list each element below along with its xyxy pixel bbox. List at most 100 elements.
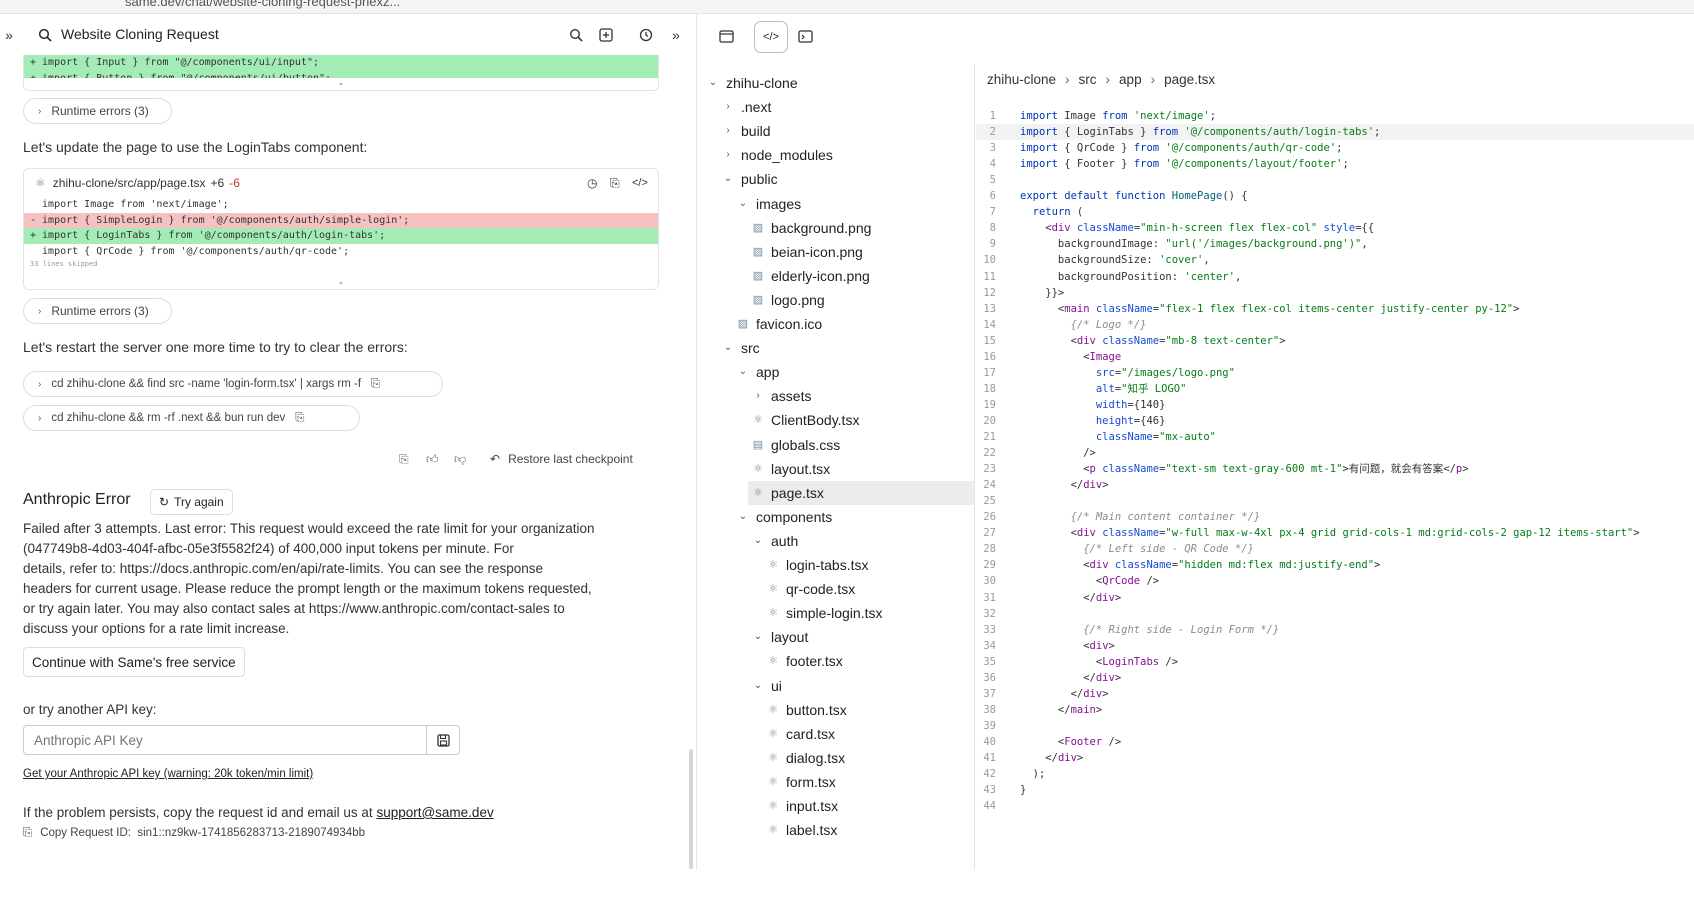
diff-line: + import { LoginTabs } from '@/component… — [24, 228, 658, 244]
code-editor[interactable]: 1 import Image from 'next/image'; 2 import … — [976, 102, 1694, 908]
continue-free-button[interactable]: Continue with Same's free service — [23, 647, 245, 677]
code-text: import { LoginTabs } from '@/components/… — [1020, 126, 1381, 139]
diff-line: import Image from 'next/image'; — [30, 199, 229, 210]
tree-item[interactable]: ⌄ ui — [751, 674, 782, 698]
scrollbar-thumb[interactable] — [689, 749, 693, 869]
tree-item[interactable]: ⚛ login-tabs.tsx — [766, 553, 868, 577]
tree-item[interactable]: ⌄ zhihu-clone — [706, 71, 798, 95]
expand-icon[interactable]: » — [0, 26, 18, 44]
terminal-tab-icon[interactable] — [798, 30, 813, 48]
breadcrumb: zhihu-clone › src › app › page.tsx — [976, 64, 1694, 94]
tree-item[interactable]: ⌄ auth — [751, 529, 798, 553]
tree-item[interactable]: ⚛ dialog.tsx — [766, 746, 845, 770]
api-key-link[interactable]: Get your Anthropic API key (warning: 20k… — [23, 768, 313, 780]
code-icon[interactable]: </> — [632, 177, 648, 189]
copy-icon[interactable]: ⎘ — [295, 412, 304, 425]
tree-item[interactable]: ⚛ form.tsx — [766, 770, 836, 794]
tree-item[interactable]: › .next — [721, 95, 771, 119]
tree-item[interactable]: ⚛ layout.tsx — [751, 457, 830, 481]
collapse-icon[interactable]: » — [667, 26, 685, 44]
tree-item-label: .next — [741, 99, 772, 116]
thumbs-down-icon[interactable]: 👎︎ — [454, 452, 466, 467]
chevron-down-icon: ⌄ — [723, 342, 733, 354]
tree-item[interactable]: ⌄ app — [736, 360, 780, 384]
request-id: sin1::nz9kw-1741856283713-2189074934bb — [137, 827, 365, 839]
tree-item[interactable]: ⌄ src — [721, 336, 760, 360]
breadcrumb-item[interactable]: src — [1079, 72, 1097, 87]
tree-item[interactable]: ⚛ card.tsx — [766, 722, 835, 746]
code-text: <Footer /> — [1020, 735, 1122, 748]
runtime-errors-button[interactable]: › Runtime errors (3) — [23, 298, 172, 324]
runtime-errors-button[interactable]: › Runtime errors (3) — [23, 98, 172, 124]
restore-checkpoint-button[interactable]: ↶ Restore last checkpoint — [490, 452, 633, 466]
line-number: 37 — [983, 687, 996, 700]
tree-item[interactable]: › node_modules — [721, 143, 833, 167]
tree-item[interactable]: › build — [721, 119, 770, 143]
tree-item[interactable]: ▨ background.png — [751, 216, 872, 240]
editor-panel: </> ⌄ zhihu-clone › .next › build › node_module… — [698, 14, 1694, 870]
tree-item[interactable]: ⌄ public — [721, 167, 778, 191]
code-text: import { QrCode } from '@/components/aut… — [1020, 142, 1343, 155]
line-number: 6 — [989, 190, 996, 203]
copy-request-id-button[interactable]: ⎘ Copy Request ID: sin1::nz9kw-1741856283… — [23, 827, 365, 840]
tree-item[interactable]: ⚛ button.tsx — [766, 698, 847, 722]
tree-item[interactable]: ⚛ label.tsx — [766, 818, 837, 842]
tree-item[interactable]: ⚛ qr-code.tsx — [766, 577, 855, 601]
chevron-right-icon: › — [726, 125, 730, 137]
save-key-button[interactable] — [426, 725, 460, 755]
chat-title[interactable]: Website Cloning Request — [61, 26, 219, 42]
tree-item[interactable]: ▤ globals.css — [751, 433, 840, 457]
url-text[interactable]: same.dev/chat/website-cloning-request-pr… — [125, 0, 400, 9]
line-number: 35 — [983, 655, 996, 668]
tree-item-label: node_modules — [741, 147, 833, 164]
history-icon[interactable]: ◷ — [587, 176, 597, 190]
expand-diff-icon[interactable]: ⌄ — [24, 277, 658, 289]
diff-file-name[interactable]: zhihu-clone/src/app/page.tsx — [53, 176, 206, 190]
thumbs-up-icon[interactable]: 👍︎ — [426, 452, 439, 467]
code-line: 4 import { Footer } from '@/components/la… — [976, 156, 1694, 172]
tree-item-label: background.png — [771, 219, 872, 236]
save-icon — [436, 733, 450, 747]
copy-icon: ⎘ — [23, 827, 33, 839]
copy-icon[interactable]: ⎘ — [371, 378, 380, 391]
command-pill[interactable]: › cd zhihu-clone && rm -rf .next && bun r… — [23, 405, 360, 431]
breadcrumb-item[interactable]: app — [1119, 72, 1142, 87]
api-key-input[interactable] — [23, 725, 427, 755]
breadcrumb-item[interactable]: page.tsx — [1164, 72, 1215, 87]
tree-item[interactable]: ⚛ page.tsx — [748, 480, 974, 505]
support-email-link[interactable]: support@same.dev — [376, 805, 493, 820]
tree-item[interactable]: ▨ logo.png — [751, 288, 825, 312]
tree-item[interactable]: ⌄ layout — [751, 625, 809, 649]
search-icon[interactable] — [567, 26, 585, 44]
tree-item[interactable]: ▨ beian-icon.png — [751, 240, 863, 264]
tree-item[interactable]: ▨ elderly-icon.png — [751, 264, 870, 288]
try-again-button[interactable]: ↻ Try again — [150, 489, 233, 515]
tree-item[interactable]: ⌄ components — [736, 505, 832, 529]
new-chat-icon[interactable] — [597, 26, 615, 44]
tree-item[interactable]: ▨ favicon.ico — [736, 312, 822, 336]
tree-item-label: page.tsx — [771, 484, 824, 501]
tree-item[interactable]: ⌄ images — [736, 192, 801, 216]
refresh-icon: ↻ — [159, 495, 170, 509]
code-tab-icon[interactable]: </> — [754, 21, 788, 53]
tree-item[interactable]: ⚛ simple-login.tsx — [766, 601, 882, 625]
tree-item-label: form.tsx — [786, 773, 836, 790]
tree-item[interactable]: › assets — [751, 384, 811, 408]
code-line: 44 — [976, 798, 1694, 814]
preview-tab-icon[interactable] — [719, 30, 734, 46]
chevron-right-icon: › — [726, 101, 730, 113]
history-icon[interactable] — [637, 26, 655, 44]
line-number: 24 — [983, 479, 996, 492]
copy-icon[interactable]: ⎘ — [610, 176, 620, 191]
tree-item[interactable]: ⚛ footer.tsx — [766, 649, 843, 673]
tree-item[interactable]: ⚛ input.tsx — [766, 794, 838, 818]
tree-item[interactable]: ⚛ ClientBody.tsx — [751, 408, 859, 432]
expand-diff-icon[interactable]: ⌄ — [24, 78, 658, 90]
copy-icon[interactable]: ⎘ — [399, 452, 409, 467]
breadcrumb-item[interactable]: zhihu-clone — [987, 72, 1056, 87]
react-file-icon: ⚛ — [753, 462, 763, 475]
command-pill[interactable]: › cd zhihu-clone && find src -name 'login… — [23, 371, 443, 397]
error-line: Failed after 3 attempts. Last error: Thi… — [23, 521, 595, 536]
image-file-icon: ▨ — [752, 293, 764, 306]
line-number: 28 — [983, 543, 996, 556]
